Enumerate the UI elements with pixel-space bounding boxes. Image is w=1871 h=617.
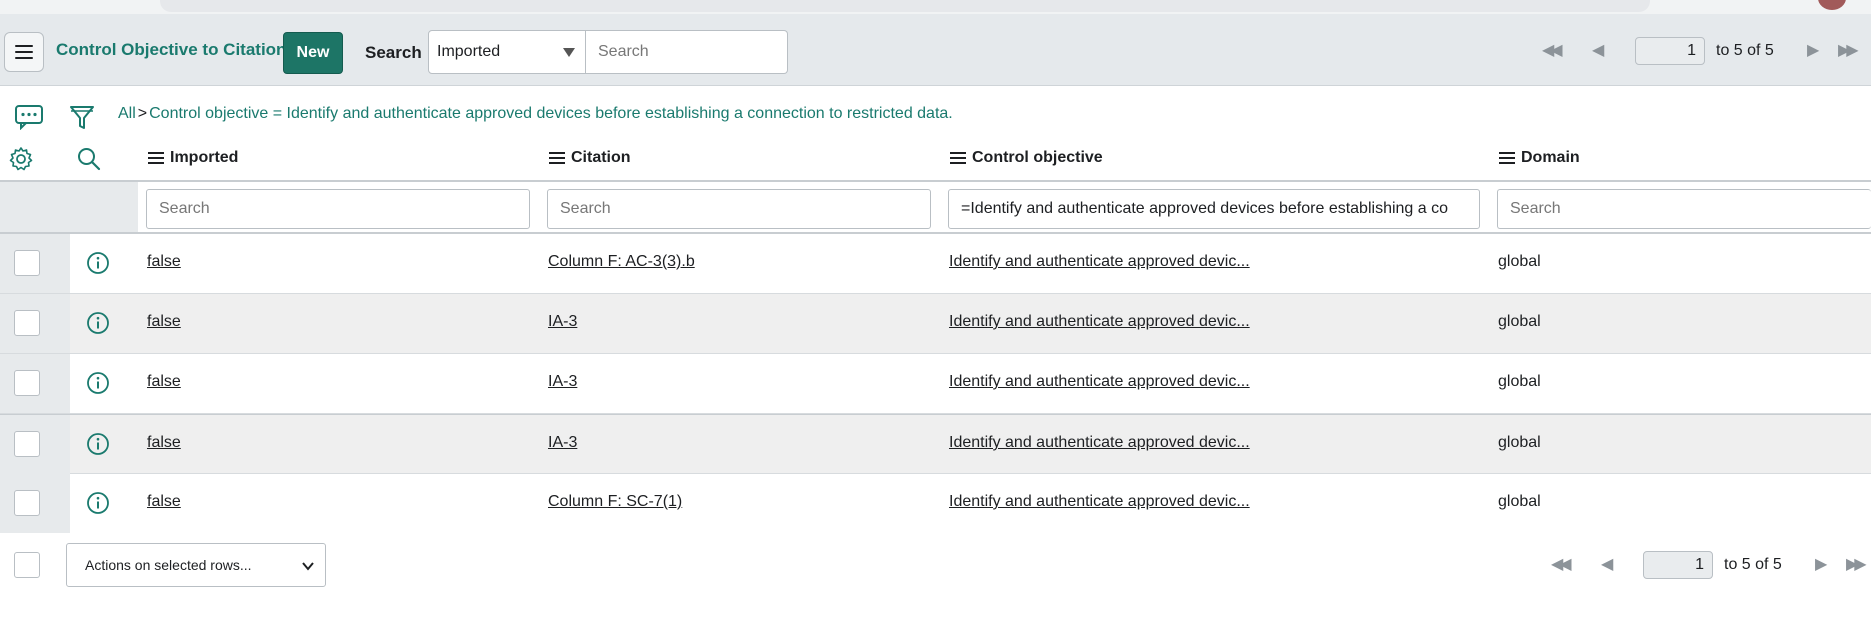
table-row: false IA-3 Identify and authenticate app… [0,294,1871,354]
column-label: Domain [1521,149,1580,166]
info-icon[interactable] [86,311,110,340]
citation-search-input[interactable]: Search [547,189,931,229]
page-number-input[interactable]: 1 [1643,551,1713,579]
chevron-down-icon [301,559,315,576]
domain-cell: global [1498,493,1541,510]
hamburger-icon [15,45,33,59]
list-header: Control Objective to Citations New Searc… [0,14,1871,86]
info-icon[interactable] [86,251,110,280]
citation-cell[interactable]: IA-3 [548,373,577,391]
info-icon[interactable] [86,432,110,461]
column-header-control-objective[interactable]: Control objective [950,149,1103,167]
breadcrumb-filter[interactable]: Control objective = Identify and authent… [149,105,953,122]
pager-top: ◀◀ ◀ 1 to 5 of 5 ▶ ▶▶ [1540,34,1871,68]
imported-cell[interactable]: false [147,434,181,452]
info-icon[interactable] [86,371,110,400]
row-checkbox[interactable] [14,490,40,516]
imported-cell[interactable]: false [147,493,181,511]
citation-cell[interactable]: IA-3 [548,313,577,331]
search-field-select[interactable]: Imported [428,30,586,74]
column-label: Control objective [972,149,1103,166]
citation-cell[interactable]: IA-3 [548,434,577,452]
column-header-imported[interactable]: Imported [148,149,238,167]
row-checkbox[interactable] [14,370,40,396]
browser-strip [0,0,1871,14]
domain-cell: global [1498,313,1541,330]
column-search-row: Search Search =Identify and authenticate… [0,180,1871,234]
column-header-citation[interactable]: Citation [549,149,631,167]
actions-select-label: Actions on selected rows... [85,557,252,573]
search-field-value: Imported [437,43,501,60]
table-row: false IA-3 Identify and authenticate app… [0,354,1871,414]
breadcrumb-all[interactable]: All [118,105,136,122]
column-label: Imported [170,149,239,166]
imported-search-input[interactable]: Search [146,189,530,229]
domain-search-input[interactable]: Search [1497,189,1871,229]
page-title[interactable]: Control Objective to Citations [56,40,296,60]
search-input[interactable]: Search [586,30,788,74]
breadcrumb: All > Control objective = Identify and aut… [118,105,953,123]
row-checkbox-cell [0,415,70,474]
control-objective-search-input[interactable]: =Identify and authenticate approved devi… [948,189,1480,229]
info-icon[interactable] [86,491,110,520]
control-objective-cell[interactable]: Identify and authenticate approved devic… [949,434,1250,452]
gear-icon[interactable] [8,146,34,177]
citation-cell[interactable]: Column F: SC-7(1) [548,493,682,511]
control-objective-cell[interactable]: Identify and authenticate approved devic… [949,373,1250,391]
column-label: Citation [571,149,631,166]
domain-cell: global [1498,373,1541,390]
row-checkbox[interactable] [14,310,40,336]
table-row: false Column F: AC-3(3).b Identify and a… [0,234,1871,294]
search-icon[interactable] [76,146,102,177]
table-row: false Column F: SC-7(1) Identify and aut… [0,474,1871,534]
domain-cell: global [1498,434,1541,451]
row-checkbox-cell [0,474,70,533]
column-header-domain[interactable]: Domain [1499,149,1580,167]
page-range-text: to 5 of 5 [1724,556,1782,573]
row-checkbox[interactable] [14,431,40,457]
last-page-icon[interactable]: ▶▶ [1846,557,1867,573]
address-bar[interactable] [160,0,1650,12]
column-menu-icon[interactable] [1499,152,1515,164]
row-checkbox[interactable] [14,250,40,276]
table-row: false IA-3 Identify and authenticate app… [0,414,1871,474]
actions-select[interactable]: Actions on selected rows... [66,543,326,587]
previous-page-icon[interactable]: ◀ [1601,557,1613,573]
imported-cell[interactable]: false [147,253,181,271]
new-button[interactable]: New [283,32,343,74]
chat-icon[interactable] [14,104,44,135]
column-menu-icon[interactable] [950,152,966,164]
domain-cell: global [1498,253,1541,270]
last-page-icon[interactable]: ▶▶ [1838,43,1859,59]
search-row-gutter [0,182,138,232]
next-page-icon[interactable]: ▶ [1807,43,1819,59]
user-avatar[interactable] [1818,0,1846,10]
control-objective-cell[interactable]: Identify and authenticate approved devic… [949,493,1250,511]
column-menu-icon[interactable] [549,152,565,164]
imported-cell[interactable]: false [147,373,181,391]
control-objective-cell[interactable]: Identify and authenticate approved devic… [949,313,1250,331]
select-all-checkbox[interactable] [14,552,40,578]
row-checkbox-cell [0,294,70,353]
column-menu-icon[interactable] [148,152,164,164]
row-checkbox-cell [0,354,70,413]
control-objective-cell[interactable]: Identify and authenticate approved devic… [949,253,1250,271]
pager-bottom: ◀◀ ◀ 1 to 5 of 5 ▶ ▶▶ [1548,548,1871,582]
filter-icon[interactable] [68,104,96,137]
search-label: Search [365,43,422,62]
first-page-icon[interactable]: ◀◀ [1551,557,1572,573]
next-page-icon[interactable]: ▶ [1815,557,1827,573]
imported-cell[interactable]: false [147,313,181,331]
caret-down-icon [563,48,575,57]
row-checkbox-cell [0,234,70,293]
breadcrumb-separator: > [137,105,148,122]
first-page-icon[interactable]: ◀◀ [1542,43,1563,59]
list-menu-button[interactable] [4,32,44,72]
page-number-input[interactable]: 1 [1635,37,1705,65]
previous-page-icon[interactable]: ◀ [1592,43,1604,59]
page-range-text: to 5 of 5 [1716,42,1774,59]
citation-cell[interactable]: Column F: AC-3(3).b [548,253,695,271]
